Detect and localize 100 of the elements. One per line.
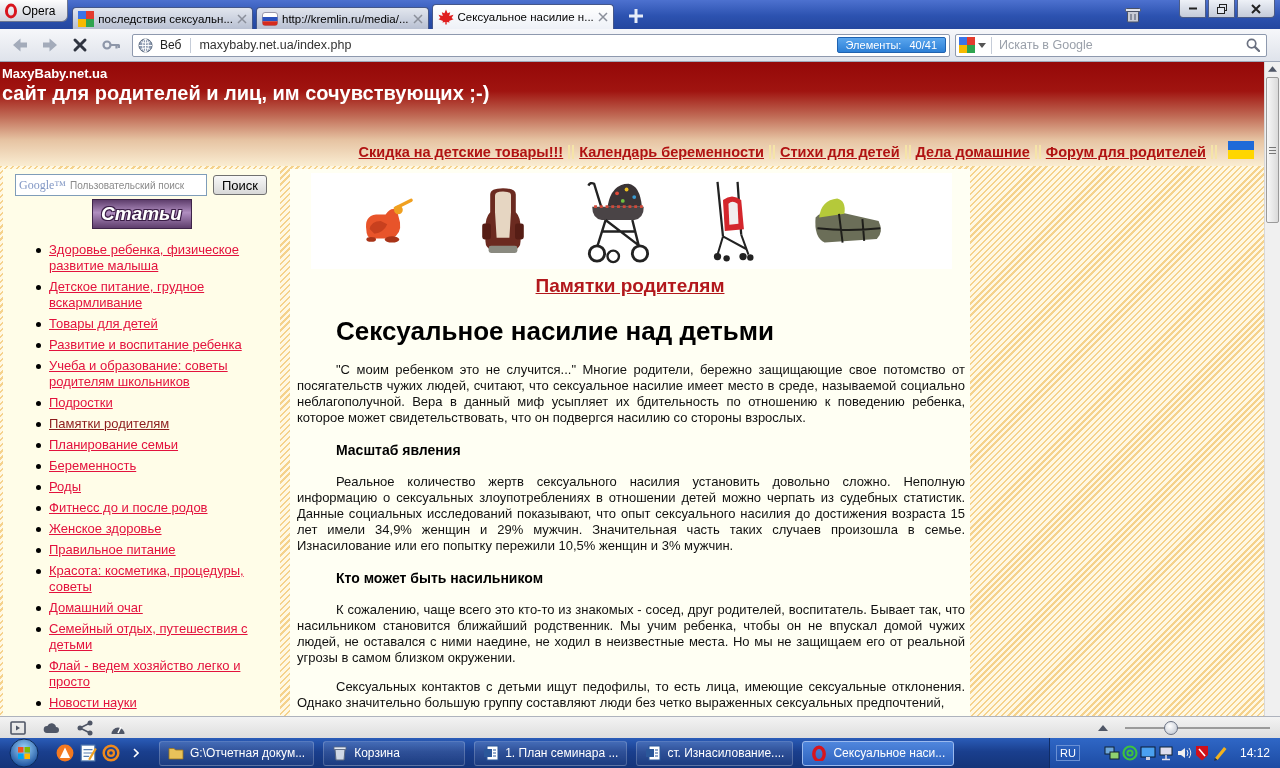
sidebar-link[interactable]: Правильное питание <box>49 542 176 558</box>
round-logo-icon[interactable] <box>56 744 74 762</box>
folder-icon <box>168 745 184 761</box>
sidebar-link[interactable]: Товары для детей <box>49 316 158 332</box>
taskbar-button[interactable]: Сексуальное наси... <box>802 740 955 766</box>
speaker-icon[interactable] <box>1175 745 1192 761</box>
clock[interactable]: 14:12 <box>1239 746 1270 760</box>
notepad-icon[interactable] <box>79 744 97 762</box>
close-icon <box>1251 3 1261 14</box>
pencil-icon[interactable] <box>1211 745 1228 761</box>
display-icon[interactable] <box>1157 745 1174 761</box>
address-field[interactable]: maxybaby.net.ua/index.php <box>199 38 837 52</box>
scrollbar-thumb[interactable] <box>1266 77 1279 223</box>
sidebar-link[interactable]: Подростки <box>49 395 113 411</box>
search-icon[interactable] <box>1246 38 1260 52</box>
nav-link[interactable]: Стихи для детей <box>780 143 900 161</box>
bullet-icon <box>36 285 41 290</box>
triangle-icon[interactable] <box>1098 724 1108 731</box>
paragraph: Сексуальных контактов с детьми ищут педофилы, то есть лица, имеющие сексуальные отклонения. Однако значительно большую группу составляют люди без четко выраженных сексуальных предпочтений, <box>297 679 965 711</box>
tab[interactable]: http://kremlin.ru/media/... <box>256 7 429 29</box>
bullet-icon <box>36 248 41 253</box>
sidebar-link[interactable]: Красота: косметика, процедуры, советы <box>49 563 264 595</box>
bullet-icon <box>36 485 41 490</box>
tile-icon[interactable] <box>959 37 975 53</box>
taskbar-button[interactable]: Корзина <box>323 740 466 766</box>
cross-icon[interactable] <box>72 37 88 53</box>
close-button[interactable] <box>1237 0 1275 18</box>
sidebar-link[interactable]: Учеба и образование: советы родителям школьников <box>49 358 264 390</box>
scrollbar[interactable] <box>1264 62 1280 716</box>
subheading: Кто может быть насильником <box>336 569 543 587</box>
sidebar-link[interactable]: Домашний очаг <box>49 600 143 616</box>
section-link[interactable]: Памятки родителям <box>535 275 725 296</box>
bullet-icon <box>36 527 41 532</box>
subheading: Масштаб явления <box>336 441 461 459</box>
sidebar-link[interactable]: Флай - ведем хозяйство легко и просто <box>49 658 264 690</box>
taskbar-button[interactable]: ст. Изнасилование.... <box>636 740 794 766</box>
language-button[interactable]: RU <box>1056 745 1080 761</box>
maximize-button[interactable] <box>1208 0 1235 18</box>
sidebar-link[interactable]: Новости науки <box>49 695 137 711</box>
network-icon[interactable] <box>1103 745 1120 761</box>
nodes-icon[interactable] <box>77 719 93 736</box>
panel-icon[interactable] <box>10 719 26 736</box>
chevron-icon[interactable] <box>133 748 139 758</box>
taskbar-button[interactable]: 1. План семинара ... <box>474 740 628 766</box>
close-icon[interactable] <box>597 12 608 22</box>
sidebar-link[interactable]: Семейный отдых, путешествия с детьми <box>49 621 264 653</box>
bullet-icon <box>36 506 41 511</box>
bullet-icon <box>36 422 41 427</box>
tab[interactable]: Сексуальное насилие н... <box>431 4 614 29</box>
nav-link[interactable]: Календарь беременности <box>579 143 764 161</box>
bullet-icon <box>36 343 41 348</box>
search-button[interactable]: Поиск <box>213 175 267 195</box>
arrow-up-icon[interactable] <box>1268 66 1277 72</box>
document-icon <box>483 745 500 761</box>
address-bar[interactable]: Веб maxybaby.net.ua/index.php Элементы: 40/41 <box>132 33 950 57</box>
separator-icon <box>769 145 775 159</box>
caret-icon[interactable] <box>978 42 986 48</box>
bin-icon <box>332 745 349 761</box>
sidebar-link[interactable]: Беременность <box>49 458 137 474</box>
flag-icon[interactable] <box>1228 141 1254 159</box>
mode-label[interactable]: Веб <box>153 37 192 53</box>
sidebar-link[interactable]: Развитие и воспитание ребенка <box>49 337 242 353</box>
nav-link[interactable]: Дела домашние <box>915 143 1030 161</box>
ring-icon[interactable] <box>1121 745 1138 761</box>
tab[interactable]: последствия сексуальн... <box>72 7 253 29</box>
sidebar-link[interactable]: Женское здоровье <box>49 521 162 537</box>
tile-icon <box>78 10 95 27</box>
slider-thumb[interactable] <box>1164 720 1179 735</box>
sidebar-link[interactable]: Роды <box>49 479 81 495</box>
nav-link[interactable]: Скидка на детские товары!!! <box>358 143 564 161</box>
bullet-icon <box>36 548 41 553</box>
ring-icon[interactable] <box>102 744 120 762</box>
search-field[interactable]: Пользовательский поиск <box>70 179 203 191</box>
shield-icon[interactable] <box>1193 745 1210 761</box>
sidebar-link[interactable]: Памятки родителям <box>49 416 170 432</box>
bullet-icon <box>36 464 41 469</box>
logo-text: Google™ <box>19 177 67 193</box>
site-tagline: сайт для родителей и лиц, им сочувствующих ;-) <box>2 82 490 104</box>
plus-icon[interactable] <box>628 9 643 23</box>
bullet-icon <box>36 443 41 448</box>
search-bar[interactable]: Искать в Google <box>955 33 1267 57</box>
paragraph: "С моим ребенком это не случится..." Многие родители, бережно защищающие свое потомство от посягательств чужих людей, считают, что сексуальное насилие имеет место в среде, называемой социально неблагополучной. Вера в данный миф усыпляет их бдительность по отношению к поведению ребенка, которое может свидетельствовать, что он подвергся насилию со стороны взрослых. <box>297 362 965 426</box>
menu-button[interactable]: Opera <box>0 0 69 22</box>
search-box[interactable]: Google™ Пользовательский поиск <box>15 174 207 196</box>
sidebar-link[interactable]: Фитнесс до и после родов <box>49 500 208 516</box>
logo-icon <box>811 745 828 761</box>
flag-icon <box>262 10 278 27</box>
sidebar-link[interactable]: Планирование семьи <box>49 437 179 453</box>
articles-banner[interactable]: Статьи <box>91 199 192 229</box>
taskbar-button[interactable]: G:\Отчетная докум... <box>159 740 315 766</box>
monitor-icon[interactable] <box>1139 745 1156 761</box>
sidebar-link[interactable]: Здоровье ребенка, физическое развитие малыша <box>49 242 264 274</box>
separator-icon <box>568 145 575 159</box>
sidebar-link[interactable]: Детское питание, грудное вскармливание <box>49 279 264 311</box>
minimize-button[interactable] <box>1179 0 1206 18</box>
trash-icon[interactable] <box>1125 6 1141 23</box>
nav-link[interactable]: Форум для родителей <box>1045 143 1206 161</box>
search-field[interactable]: Искать в Google <box>999 38 1246 52</box>
elements-badge[interactable]: Элементы: 40/41 <box>836 37 946 53</box>
logo-icon <box>4 2 18 19</box>
